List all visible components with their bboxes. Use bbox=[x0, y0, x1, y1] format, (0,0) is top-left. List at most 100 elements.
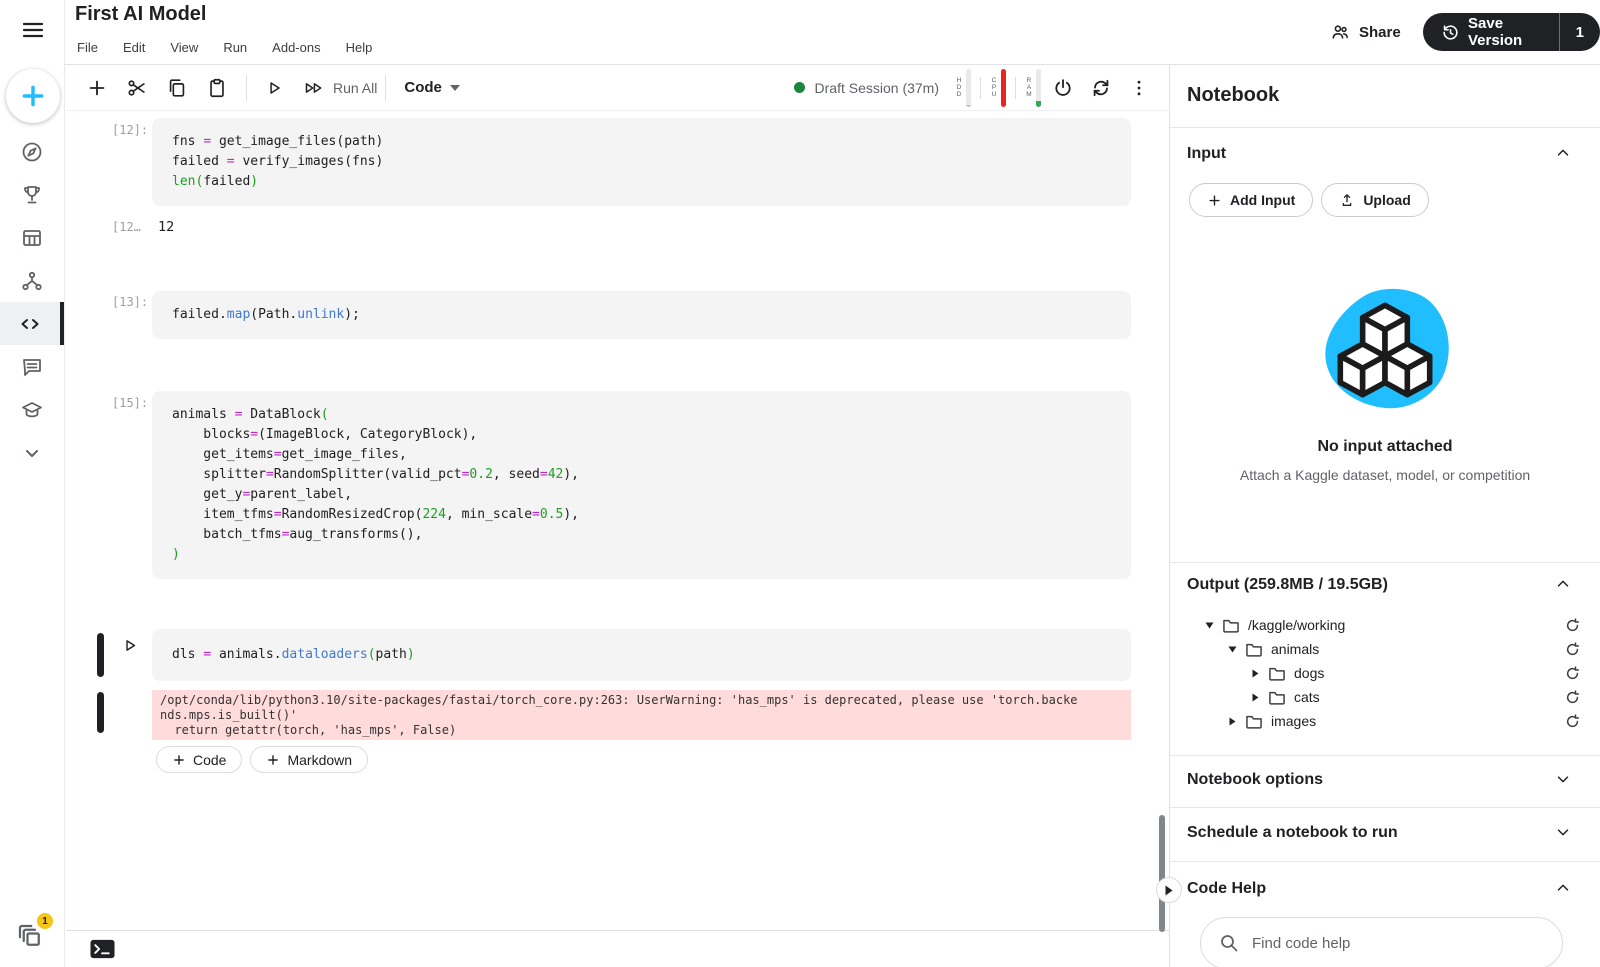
plus-icon bbox=[266, 753, 280, 767]
tree-item-label[interactable]: cats bbox=[1294, 689, 1320, 705]
add-cell-row: Code Markdown bbox=[156, 746, 369, 773]
menubar: File Edit View Run Add-ons Help bbox=[77, 40, 372, 55]
code-cell[interactable]: fns = get_image_files(path) failed = veri… bbox=[152, 118, 1131, 206]
code-cell[interactable]: animals = DataBlock( blocks=(ImageBlock,… bbox=[152, 391, 1131, 579]
add-code-cell-button[interactable]: Code bbox=[156, 746, 243, 773]
tree-item-label[interactable]: dogs bbox=[1294, 665, 1324, 681]
save-version-button[interactable]: Save Version 1 bbox=[1423, 13, 1600, 51]
paste-cell-button[interactable] bbox=[202, 73, 232, 103]
panel-title: Notebook bbox=[1187, 84, 1280, 106]
power-icon bbox=[1052, 77, 1074, 99]
refresh-icon[interactable] bbox=[1565, 617, 1580, 633]
compass-icon bbox=[20, 140, 44, 164]
add-input-button[interactable]: Add Input bbox=[1189, 183, 1314, 217]
notebook-options-section-header[interactable]: Notebook options bbox=[1187, 768, 1600, 792]
hdd-gauge[interactable]: HDD bbox=[955, 68, 971, 107]
run-cell-button[interactable] bbox=[259, 73, 289, 103]
chevron-up-icon[interactable] bbox=[1554, 144, 1572, 162]
refresh-icon[interactable] bbox=[1565, 641, 1580, 657]
sidebar-item-learn[interactable] bbox=[0, 388, 64, 431]
notebook-scrollbar-thumb[interactable] bbox=[1159, 815, 1165, 932]
tree-row[interactable]: images bbox=[1170, 709, 1600, 733]
add-markdown-cell-button[interactable]: Markdown bbox=[250, 746, 369, 773]
caret-right-icon[interactable] bbox=[1249, 669, 1261, 678]
session-status[interactable]: Draft Session (37m) bbox=[793, 80, 939, 96]
menu-help[interactable]: Help bbox=[346, 40, 373, 55]
menu-run[interactable]: Run bbox=[223, 40, 247, 55]
notebook-title: First AI Model bbox=[75, 3, 207, 25]
tree-item-label[interactable]: /kaggle/working bbox=[1248, 617, 1345, 633]
plus-icon bbox=[20, 83, 46, 109]
sidebar-item-models[interactable] bbox=[0, 259, 64, 302]
ram-gauge[interactable]: RAM bbox=[1025, 68, 1041, 107]
more-options-button[interactable] bbox=[1123, 72, 1155, 104]
cell-type-dropdown[interactable]: Code bbox=[404, 79, 460, 96]
sidebar-item-datasets[interactable] bbox=[0, 216, 64, 259]
restart-session-button[interactable] bbox=[1085, 72, 1117, 104]
chevron-up-icon[interactable] bbox=[1554, 575, 1572, 593]
sidebar-item-explore[interactable] bbox=[0, 130, 64, 173]
active-events-button[interactable]: 1 bbox=[15, 913, 53, 955]
tree-item-label[interactable]: images bbox=[1271, 713, 1316, 729]
create-button[interactable] bbox=[6, 69, 60, 123]
caret-down-icon[interactable] bbox=[1226, 646, 1238, 653]
caret-right-icon[interactable] bbox=[1249, 693, 1261, 702]
code-help-search[interactable] bbox=[1200, 917, 1563, 967]
version-count-badge[interactable]: 1 bbox=[1558, 13, 1600, 51]
refresh-icon[interactable] bbox=[1565, 689, 1580, 705]
sidebar-item-competitions[interactable] bbox=[0, 173, 64, 216]
cubes-illustration-icon bbox=[1319, 283, 1451, 413]
upload-icon bbox=[1339, 192, 1355, 208]
menu-file[interactable]: File bbox=[77, 40, 98, 55]
tree-row[interactable]: cats bbox=[1170, 685, 1600, 709]
tree-item-label[interactable]: animals bbox=[1271, 641, 1319, 657]
cpu-gauge[interactable]: CPU bbox=[990, 68, 1006, 107]
code-cell-active[interactable]: dls = animals.dataloaders(path) bbox=[152, 629, 1131, 681]
caret-down-icon[interactable] bbox=[1203, 622, 1215, 629]
sidebar-item-more[interactable] bbox=[0, 431, 64, 474]
save-version-main[interactable]: Save Version bbox=[1423, 15, 1559, 49]
menu-edit[interactable]: Edit bbox=[123, 40, 145, 55]
menu-add-ons[interactable]: Add-ons bbox=[272, 40, 320, 55]
schedule-section-header[interactable]: Schedule a notebook to run bbox=[1187, 821, 1600, 845]
code-help-section-header[interactable]: Code Help bbox=[1187, 877, 1600, 901]
upload-button[interactable]: Upload bbox=[1321, 183, 1429, 217]
plus-icon bbox=[1207, 193, 1222, 208]
chevron-down-icon[interactable] bbox=[1554, 823, 1572, 841]
caret-down-icon bbox=[449, 84, 460, 91]
share-button[interactable]: Share bbox=[1330, 18, 1401, 46]
sitemap-icon bbox=[20, 269, 44, 293]
comment-icon bbox=[20, 355, 44, 379]
terminal-icon bbox=[90, 939, 115, 959]
sidebar-item-discussions[interactable] bbox=[0, 345, 64, 388]
cut-cell-button[interactable] bbox=[122, 73, 152, 103]
ram-gauge-bar bbox=[1036, 68, 1041, 107]
run-this-cell-button[interactable] bbox=[121, 637, 138, 654]
code-help-search-input[interactable] bbox=[1252, 934, 1544, 952]
collapse-panel-button[interactable] bbox=[1156, 877, 1182, 903]
code-cell[interactable]: failed.map(Path.unlink); bbox=[152, 291, 1131, 339]
sync-icon bbox=[1090, 77, 1112, 99]
toolbar-right: Draft Session (37m) HDD CPU RAM bbox=[793, 68, 1155, 107]
tree-row[interactable]: /kaggle/working bbox=[1170, 613, 1600, 637]
add-cell-button[interactable] bbox=[82, 73, 112, 103]
caret-right-icon[interactable] bbox=[1226, 717, 1238, 726]
copy-cell-button[interactable] bbox=[162, 73, 192, 103]
menu-view[interactable]: View bbox=[170, 40, 198, 55]
chevron-up-icon[interactable] bbox=[1554, 879, 1572, 897]
run-all-button[interactable] bbox=[299, 73, 329, 103]
terminal-button[interactable] bbox=[90, 939, 115, 959]
output-section-header[interactable]: Output (259.8MB / 19.5GB) bbox=[1187, 573, 1600, 597]
hdd-gauge-label: HDD bbox=[956, 77, 962, 98]
chevron-down-icon[interactable] bbox=[1554, 770, 1572, 788]
input-section-header[interactable]: Input bbox=[1187, 142, 1600, 166]
power-button[interactable] bbox=[1047, 72, 1079, 104]
refresh-icon[interactable] bbox=[1565, 713, 1580, 729]
tree-row[interactable]: animals bbox=[1170, 637, 1600, 661]
cell-execution-label: [12]: bbox=[112, 123, 149, 137]
run-all-label[interactable]: Run All bbox=[333, 80, 377, 96]
sidebar-item-code[interactable] bbox=[0, 302, 64, 345]
tree-row[interactable]: dogs bbox=[1170, 661, 1600, 685]
refresh-icon[interactable] bbox=[1565, 665, 1580, 681]
hamburger-menu-button[interactable] bbox=[20, 18, 46, 42]
